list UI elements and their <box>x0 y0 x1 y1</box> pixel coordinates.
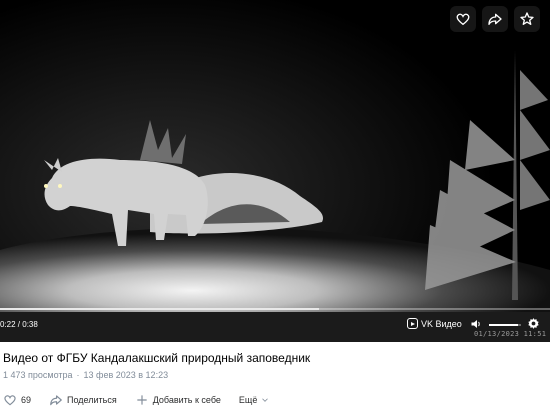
like-count: 69 <box>21 395 32 405</box>
vk-play-icon <box>407 318 418 329</box>
player-controls: 0:22 / 0:38 01/13/2023 11:51 VK Видео <box>0 308 550 342</box>
like-button-overlay[interactable] <box>450 6 476 32</box>
progress-fill <box>0 308 319 310</box>
progress-bar[interactable] <box>0 308 550 310</box>
share-icon <box>50 395 62 406</box>
video-title[interactable]: Видео от ФГБУ Кандалакшский природный за… <box>3 351 310 365</box>
share-label: Поделиться <box>67 395 117 405</box>
heart-icon <box>4 395 16 406</box>
top-actions <box>450 6 540 32</box>
more-button[interactable]: Ещё <box>239 395 270 405</box>
like-button[interactable]: 69 <box>3 393 31 407</box>
plus-icon <box>137 395 147 405</box>
upload-date: 13 фев 2023 в 12:23 <box>83 370 169 380</box>
chevron-down-icon <box>262 398 269 402</box>
share-button[interactable]: Поделиться <box>49 393 117 407</box>
volume-icon[interactable] <box>470 318 482 330</box>
view-count: 1 473 просмотра <box>3 370 73 380</box>
add-to-mine-button[interactable]: Добавить к себе <box>135 393 221 407</box>
star-icon <box>520 12 534 25</box>
heart-icon <box>456 13 470 26</box>
video-frame[interactable] <box>0 0 550 342</box>
share-button-overlay[interactable] <box>482 6 508 32</box>
volume-slider[interactable] <box>489 324 521 326</box>
video-actions: 69 Поделиться Добавить к себе Ещё <box>3 392 270 408</box>
time-display: 0:22 / 0:38 <box>0 320 38 329</box>
vk-video-logo[interactable]: VK Видео <box>407 318 462 329</box>
camera-timestamp: 01/13/2023 11:51 <box>474 330 547 338</box>
video-player[interactable]: 0:22 / 0:38 01/13/2023 11:51 VK Видео <box>0 0 550 342</box>
video-meta: 1 473 просмотра · 13 фев 2023 в 12:23 <box>3 370 168 380</box>
volume-fill <box>489 324 519 326</box>
share-icon <box>488 13 502 25</box>
brand-label: VK Видео <box>421 318 462 329</box>
meta-separator: · <box>76 370 80 380</box>
favorite-button-overlay[interactable] <box>514 6 540 32</box>
add-label: Добавить к себе <box>152 395 221 405</box>
more-label: Ещё <box>238 395 258 405</box>
gear-icon[interactable] <box>527 317 540 330</box>
